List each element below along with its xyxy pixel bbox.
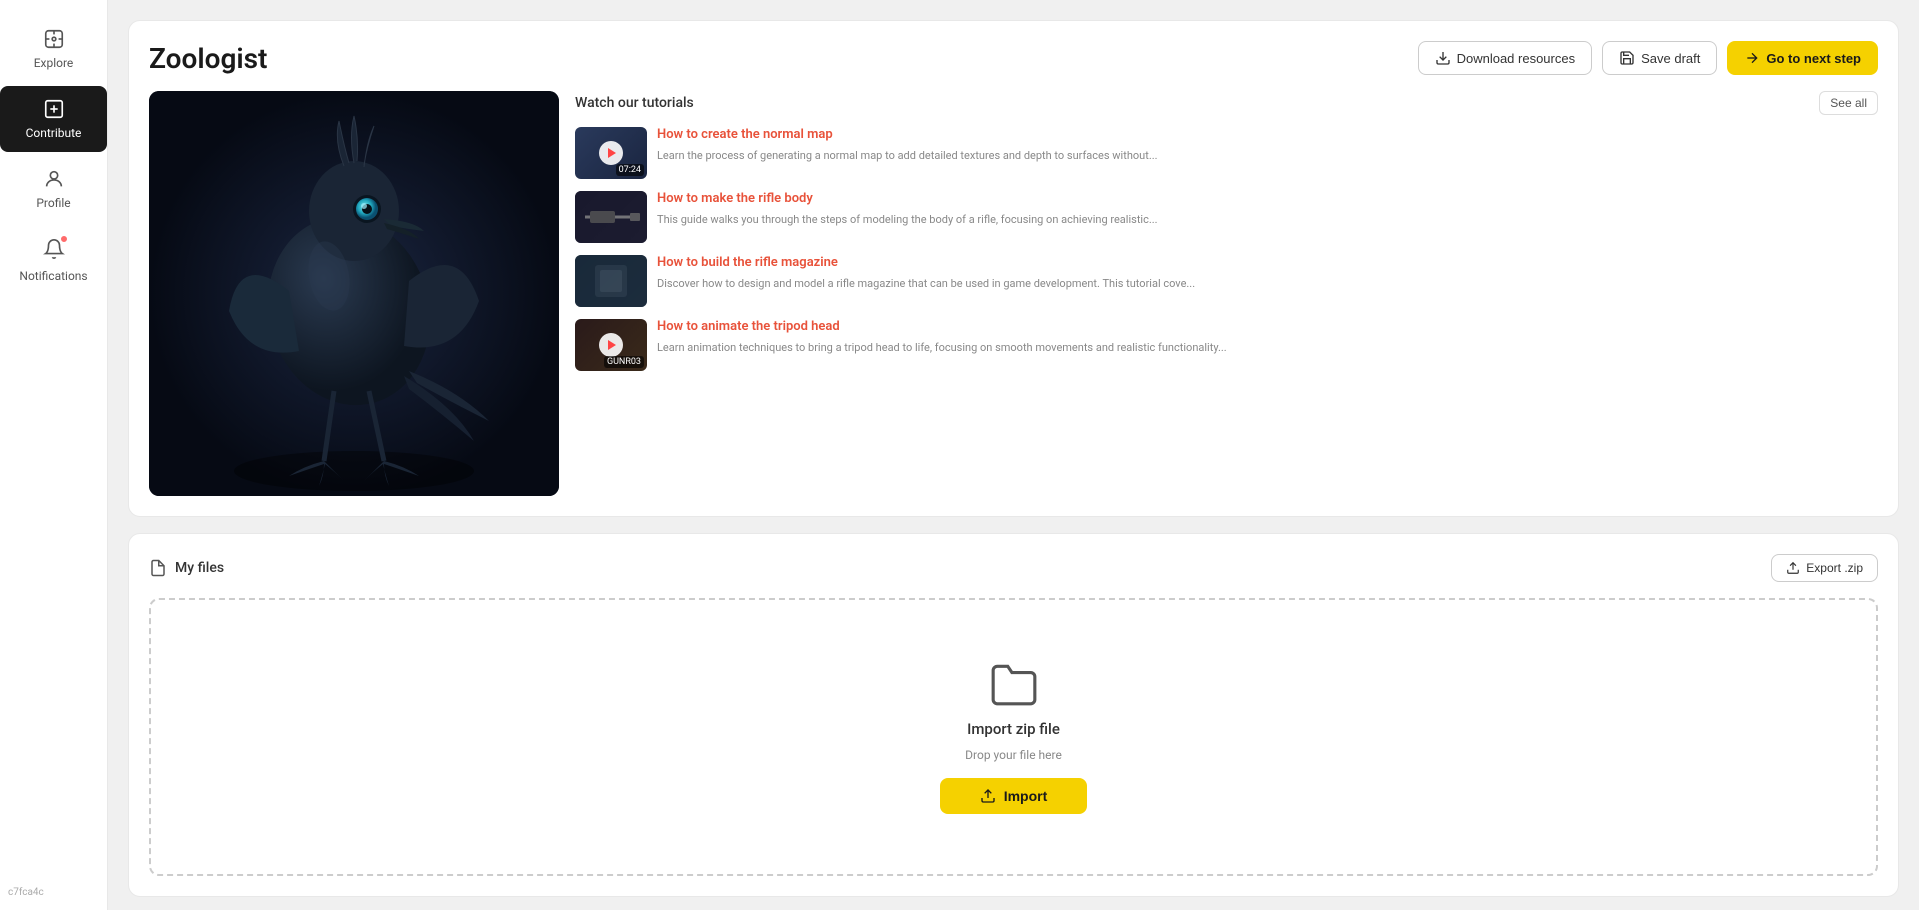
sidebar-item-explore[interactable]: Explore: [0, 16, 107, 82]
sidebar-item-label: Contribute: [26, 126, 82, 140]
tutorial-title-4[interactable]: How to animate the tripod head: [657, 319, 1878, 336]
sidebar-item-contribute[interactable]: Contribute: [0, 86, 107, 152]
header-actions: Download resources Save draft Go to: [1418, 41, 1878, 75]
files-title-area: My files: [149, 559, 224, 577]
content-area: Watch our tutorials See all 07:24 How to…: [149, 91, 1878, 496]
tutorials-header: Watch our tutorials See all: [575, 91, 1878, 115]
play-button-4[interactable]: [599, 333, 623, 357]
tutorial-thumbnail-1[interactable]: 07:24: [575, 127, 647, 179]
files-section-title: My files: [175, 560, 224, 576]
tutorial-title-2[interactable]: How to make the rifle body: [657, 191, 1878, 208]
download-label: Download resources: [1457, 51, 1576, 66]
sidebar-item-label: Explore: [34, 56, 74, 70]
export-icon: [1786, 561, 1800, 575]
bird-svg: [149, 91, 559, 496]
tutorial-title-3[interactable]: How to build the rifle magazine: [657, 255, 1878, 272]
tutorials-panel: Watch our tutorials See all 07:24 How to…: [575, 91, 1878, 496]
export-zip-button[interactable]: Export .zip: [1771, 554, 1878, 582]
import-subtitle: Drop your file here: [965, 748, 1062, 762]
files-card: My files Export .zip Import zip file Dro…: [128, 533, 1899, 897]
sidebar-item-notifications[interactable]: Notifications: [0, 226, 107, 295]
tutorial-desc-2: This guide walks you through the steps o…: [657, 212, 1878, 227]
save-label: Save draft: [1641, 51, 1700, 66]
save-icon: [1619, 50, 1635, 66]
magazine-thumb-icon: [575, 255, 647, 307]
play-button-1[interactable]: [599, 141, 623, 165]
drop-zone[interactable]: Import zip file Drop your file here Impo…: [149, 598, 1878, 876]
tutorial-info-3: How to build the rifle magazine Discover…: [657, 255, 1878, 291]
save-draft-button[interactable]: Save draft: [1602, 41, 1717, 75]
tutorial-info-2: How to make the rifle body This guide wa…: [657, 191, 1878, 227]
arrow-right-icon: [1744, 50, 1760, 66]
version-label: c7fca4c: [8, 887, 44, 898]
tutorial-item: How to build the rifle magazine Discover…: [575, 255, 1878, 307]
import-button[interactable]: Import: [940, 778, 1088, 814]
sidebar-item-label: Notifications: [19, 269, 87, 283]
contribute-icon: [43, 98, 65, 120]
sidebar-item-label: Profile: [36, 196, 70, 210]
profile-icon: [43, 168, 65, 190]
main-content: Zoologist Download resources: [108, 0, 1919, 910]
folder-icon: [989, 660, 1039, 710]
tutorial-thumbnail-4[interactable]: GUNR03: [575, 319, 647, 371]
tutorial-item: GUNR03 How to animate the tripod head Le…: [575, 319, 1878, 371]
import-btn-label: Import: [1004, 788, 1048, 804]
tutorial-info-4: How to animate the tripod head Learn ani…: [657, 319, 1878, 355]
tutorial-info-1: How to create the normal map Learn the p…: [657, 127, 1878, 163]
tutorial-desc-4: Learn animation techniques to bring a tr…: [657, 340, 1878, 355]
go-to-next-step-button[interactable]: Go to next step: [1727, 41, 1878, 75]
tutorial-item: How to make the rifle body This guide wa…: [575, 191, 1878, 243]
tutorial-item: 07:24 How to create the normal map Learn…: [575, 127, 1878, 179]
rifle-thumb-icon: [575, 191, 647, 243]
import-title: Import zip file: [967, 720, 1060, 738]
main-image: [149, 91, 559, 496]
top-card: Zoologist Download resources: [128, 20, 1899, 517]
download-icon: [1435, 50, 1451, 66]
tutorial-desc-3: Discover how to design and model a rifle…: [657, 276, 1878, 291]
see-all-button[interactable]: See all: [1819, 91, 1878, 115]
tutorial-thumbnail-3[interactable]: [575, 255, 647, 307]
sidebar: Explore Contribute Profile Notifications…: [0, 0, 108, 910]
upload-icon: [980, 788, 996, 804]
top-card-header: Zoologist Download resources: [149, 41, 1878, 75]
files-header: My files Export .zip: [149, 554, 1878, 582]
file-icon: [149, 559, 167, 577]
sidebar-item-profile[interactable]: Profile: [0, 156, 107, 222]
tutorial-duration-4: GUNR03: [604, 356, 644, 368]
tutorial-desc-1: Learn the process of generating a normal…: [657, 148, 1878, 163]
notification-badge: [60, 235, 68, 243]
tutorials-title: Watch our tutorials: [575, 95, 694, 111]
tutorial-thumbnail-2[interactable]: [575, 191, 647, 243]
next-step-label: Go to next step: [1766, 51, 1861, 66]
tutorial-duration-1: 07:24: [616, 164, 644, 176]
export-label: Export .zip: [1806, 561, 1863, 575]
page-title: Zoologist: [149, 42, 267, 75]
compass-icon: [43, 28, 65, 50]
tutorial-title-1[interactable]: How to create the normal map: [657, 127, 1878, 144]
download-resources-button[interactable]: Download resources: [1418, 41, 1593, 75]
